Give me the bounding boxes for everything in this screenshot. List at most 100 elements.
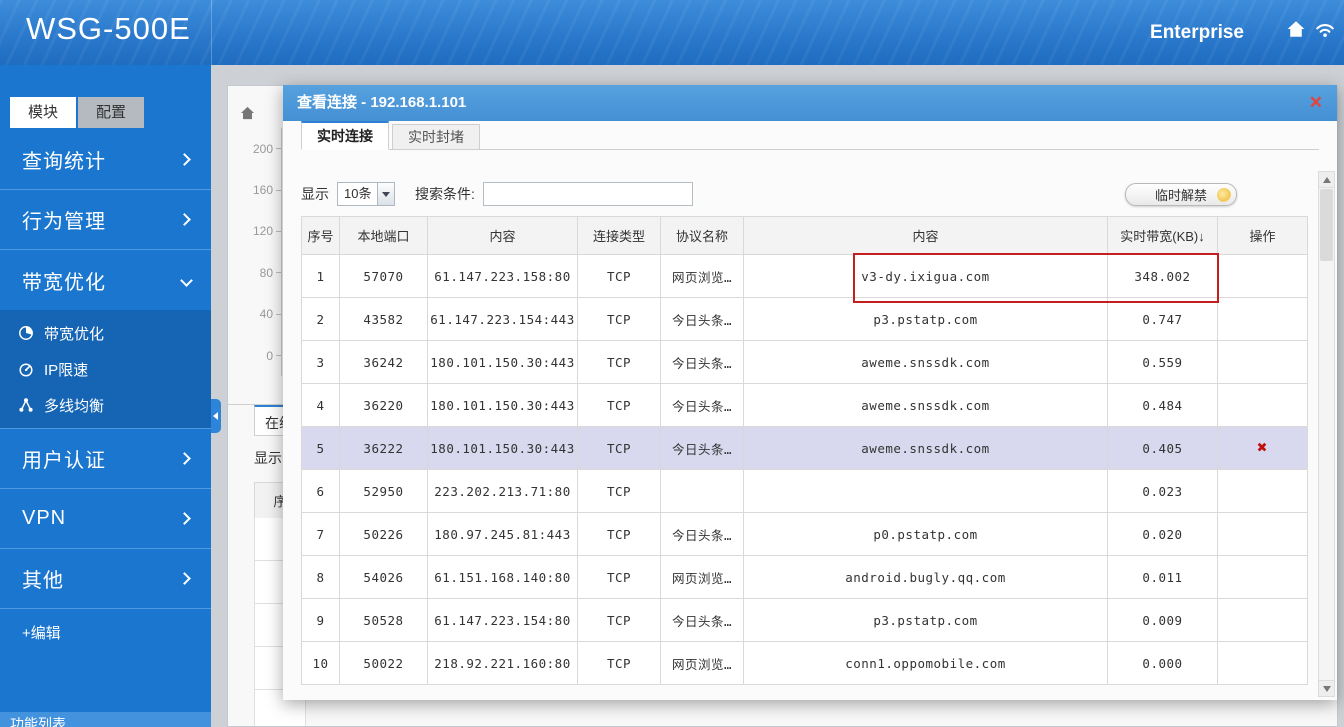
cell-port: 50022 xyxy=(339,641,428,685)
cell-content1: 180.101.150.30:443 xyxy=(427,340,578,384)
tab-realtime-connections[interactable]: 实时连接 xyxy=(301,121,389,150)
column-header[interactable]: 本地端口 xyxy=(339,216,428,255)
cell-op xyxy=(1217,340,1308,384)
chevron-right-icon xyxy=(178,213,191,226)
column-header[interactable]: 内容 xyxy=(427,216,578,255)
dialog-title: 查看连接 - 192.168.1.101 xyxy=(297,94,467,111)
table-row[interactable]: 10 50022 218.92.221.160:80 TCP 网页浏览… conn1.op… xyxy=(301,641,1308,685)
chart-y-axis: 200 160 120 80 40 0 xyxy=(240,128,282,377)
cell-port: 54026 xyxy=(339,555,428,599)
cell-port: 43582 xyxy=(339,297,428,341)
sidebar-item-label: 查询统计 xyxy=(22,151,106,173)
column-header[interactable]: 序号 xyxy=(301,216,340,255)
column-header[interactable]: 内容 xyxy=(743,216,1108,255)
cell-op xyxy=(1217,512,1308,556)
tab-configuration[interactable]: 配置 xyxy=(78,97,144,128)
cell-content1: 180.101.150.30:443 xyxy=(427,383,578,427)
cell-type: TCP xyxy=(577,297,661,341)
cell-no: 10 xyxy=(301,641,340,685)
sidebar-subitem-ip-rate-limit[interactable]: IP限速 xyxy=(0,351,211,387)
table-row[interactable]: 8 54026 61.151.168.140:80 TCP 网页浏览… android.b… xyxy=(301,555,1308,599)
column-header[interactable]: 协议名称 xyxy=(660,216,744,255)
cell-content2: p0.pstatp.com xyxy=(743,512,1108,556)
sidebar: 模块 配置 查询统计 行为管理 带宽优化 带宽优化 IP限速 多线均衡 用户认证… xyxy=(0,65,211,727)
sidebar-subitem-bandwidth-optimization[interactable]: 带宽优化 xyxy=(0,315,211,351)
y-tick-label: 0 xyxy=(266,348,273,363)
cell-no: 3 xyxy=(301,340,340,384)
cell-bandwidth: 0.747 xyxy=(1107,297,1218,341)
cell-no: 8 xyxy=(301,555,340,599)
sidebar-item-label: VPN xyxy=(22,507,67,529)
table-row[interactable]: 5 36222 180.101.150.30:443 TCP 今日头条… aweme.sn… xyxy=(301,426,1308,470)
scroll-up-icon[interactable] xyxy=(1319,172,1334,188)
search-label: 搜索条件: xyxy=(415,186,475,202)
sidebar-item-query-statistics[interactable]: 查询统计 xyxy=(0,130,211,190)
cell-bandwidth: 0.020 xyxy=(1107,512,1218,556)
view-connections-dialog: 查看连接 - 192.168.1.101 ✕ 实时连接 实时封堵 显示 10条 … xyxy=(283,85,1337,700)
y-tick-label: 160 xyxy=(252,183,273,198)
cell-op xyxy=(1217,555,1308,599)
search-input[interactable] xyxy=(482,182,693,206)
scroll-down-icon[interactable] xyxy=(1319,680,1334,696)
table-row[interactable]: 2 43582 61.147.223.154:443 TCP 今日头条… p3.pstat… xyxy=(301,297,1308,341)
page-size-select[interactable]: 10条 xyxy=(337,182,395,206)
table-row[interactable]: 9 50528 61.147.223.154:80 TCP 今日头条… p3.pstatp… xyxy=(301,598,1308,642)
tick-mark xyxy=(276,272,281,274)
vertical-scrollbar[interactable] xyxy=(1318,171,1335,697)
tab-realtime-blocking[interactable]: 实时封堵 xyxy=(392,124,480,150)
table-row[interactable]: 3 36242 180.101.150.30:443 TCP 今日头条… aweme.sn… xyxy=(301,340,1308,384)
cell-content2: v3-dy.ixigua.com xyxy=(743,254,1108,298)
column-header[interactable]: 操作 xyxy=(1217,216,1308,255)
sidebar-item-other[interactable]: 其他 xyxy=(0,549,211,609)
tick-mark xyxy=(276,355,281,357)
sidebar-item-user-authentication[interactable]: 用户认证 xyxy=(0,429,211,489)
sidebar-menu: 查询统计 行为管理 带宽优化 带宽优化 IP限速 多线均衡 用户认证 VPN 其… xyxy=(0,130,211,655)
dialog-title-bar[interactable]: 查看连接 - 192.168.1.101 ✕ xyxy=(283,85,1337,121)
sidebar-item-behavior-management[interactable]: 行为管理 xyxy=(0,190,211,250)
top-header: WSG-500E Enterprise xyxy=(0,0,1344,65)
cell-content1: 218.92.221.160:80 xyxy=(427,641,578,685)
cell-content2: conn1.oppomobile.com xyxy=(743,641,1108,685)
home-icon[interactable] xyxy=(1286,20,1306,43)
cell-op xyxy=(1217,297,1308,341)
sidebar-subitem-multiline-balance[interactable]: 多线均衡 xyxy=(0,387,211,423)
dialog-body: 实时连接 实时封堵 显示 10条 搜索条件: 临时解禁 序号 本地端口 内容 连接类型… xyxy=(283,121,1337,700)
chevron-down-icon[interactable] xyxy=(377,183,394,205)
temporary-unban-button[interactable]: 临时解禁 xyxy=(1125,182,1237,206)
cell-port: 36222 xyxy=(339,426,428,470)
terminate-connection-icon[interactable]: ✖ xyxy=(1257,438,1268,458)
cell-op xyxy=(1217,254,1308,298)
breadcrumb-home-icon[interactable] xyxy=(240,106,255,125)
table-row[interactable]: 1 57070 61.147.223.158:80 TCP 网页浏览… v3-dy.ixi… xyxy=(301,254,1308,298)
scrollbar-thumb[interactable] xyxy=(1320,189,1333,261)
sidebar-item-vpn[interactable]: VPN xyxy=(0,489,211,549)
column-header[interactable]: 实时带宽(KB)↓ xyxy=(1107,216,1218,255)
sidebar-collapse-handle[interactable] xyxy=(211,399,221,433)
table-row[interactable]: 4 36220 180.101.150.30:443 TCP 今日头条… aweme.sn… xyxy=(301,383,1308,427)
y-tick: 160 xyxy=(240,169,281,210)
header-divider xyxy=(211,0,212,65)
table-row[interactable]: 7 50226 180.97.245.81:443 TCP 今日头条… p0.pstatp… xyxy=(301,512,1308,556)
sidebar-footer-function-list[interactable]: 功能列表 xyxy=(0,712,211,727)
cell-type: TCP xyxy=(577,469,661,513)
cell-no: 2 xyxy=(301,297,340,341)
chevron-right-icon xyxy=(178,452,191,465)
table-header-row: 序号 本地端口 内容 连接类型 协议名称 内容 实时带宽(KB)↓ 操作 xyxy=(301,216,1308,255)
cell-type: TCP xyxy=(577,641,661,685)
cell-port: 36220 xyxy=(339,383,428,427)
table-row[interactable]: 6 52950 223.202.213.71:80 TCP 0.023 xyxy=(301,469,1308,513)
tab-modules[interactable]: 模块 xyxy=(10,97,76,128)
close-icon[interactable]: ✕ xyxy=(1309,93,1323,113)
sidebar-item-bandwidth-optimization[interactable]: 带宽优化 xyxy=(0,250,211,310)
pie-chart-icon xyxy=(19,326,33,340)
subitem-label: IP限速 xyxy=(44,361,89,379)
cell-op: ✖ xyxy=(1217,426,1308,470)
column-header[interactable]: 连接类型 xyxy=(577,216,661,255)
cell-bandwidth: 0.405 xyxy=(1107,426,1218,470)
cell-type: TCP xyxy=(577,555,661,599)
sidebar-edit-link[interactable]: +编辑 xyxy=(0,609,211,655)
cell-type: TCP xyxy=(577,340,661,384)
cell-op xyxy=(1217,598,1308,642)
unban-button-label: 临时解禁 xyxy=(1154,187,1207,203)
wifi-icon[interactable] xyxy=(1314,20,1336,43)
